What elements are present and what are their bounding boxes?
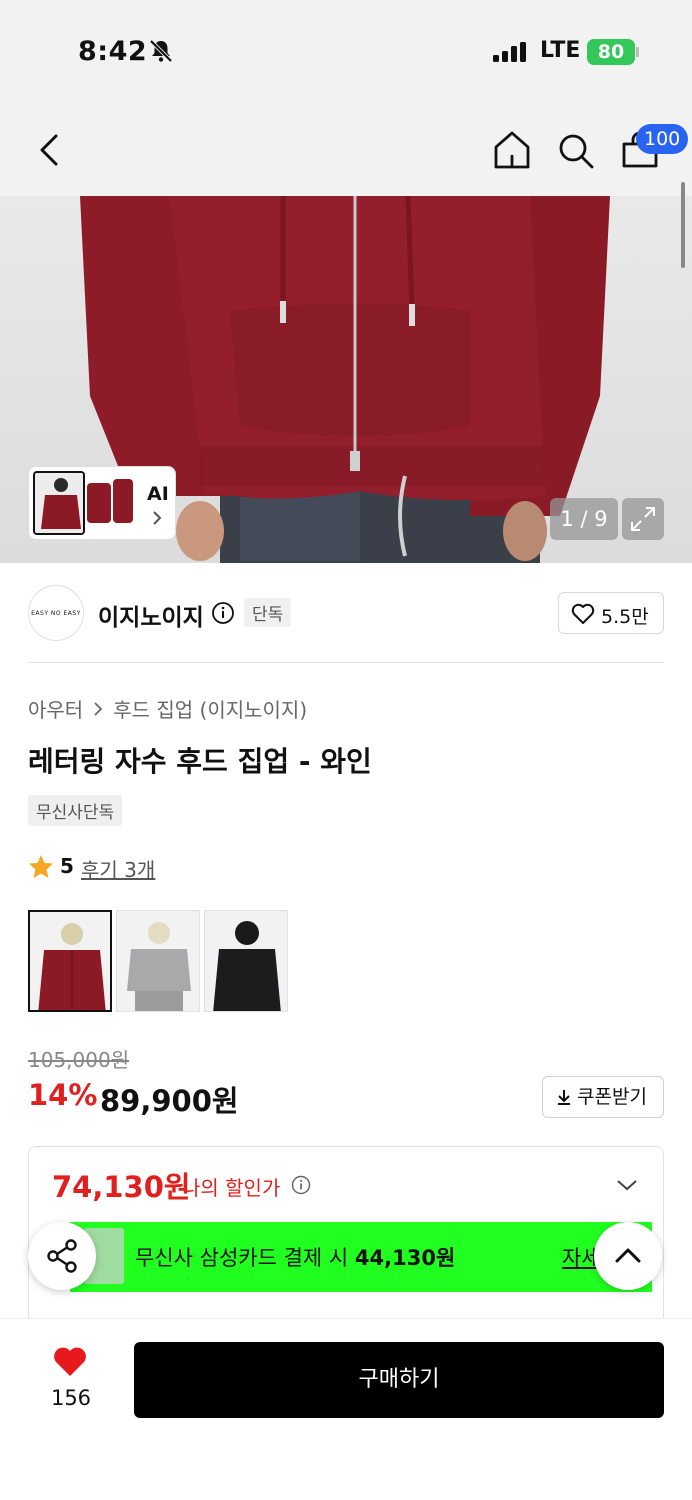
share-button[interactable] [28, 1222, 96, 1290]
chevron-right-icon [153, 511, 162, 525]
discount-rate: 14% [28, 1078, 98, 1112]
promo-text-prefix: 무신사 삼성카드 결제 시 [135, 1246, 355, 1270]
expand-button[interactable] [622, 498, 664, 540]
scroll-top-button[interactable] [594, 1222, 662, 1290]
color-swatch-gray[interactable] [116, 910, 200, 1012]
status-bar: 8:42 LTE 80 [0, 0, 692, 100]
breadcrumb: 아우터 후드 집업 (이지노이지) [28, 694, 307, 723]
battery-level: 80 [597, 41, 625, 63]
promo-amount: 44,130원 [354, 1246, 456, 1270]
exclusive-tag: 단독 [244, 598, 292, 627]
ai-thumbnail-secondary [87, 475, 149, 533]
product-title: 레터링 자수 후드 집업 - 와인 [28, 745, 372, 778]
cart-count-badge: 100 [636, 124, 689, 154]
top-nav [0, 100, 692, 196]
review-link[interactable]: 후기 3개 [81, 854, 155, 883]
download-icon [558, 1090, 570, 1105]
heart-outline-icon [571, 603, 595, 624]
promo-text: 무신사 삼성카드 결제 시 44,130원 [135, 1242, 455, 1272]
brand-name[interactable]: 이지노이지 [98, 598, 204, 632]
chevron-up-icon [615, 1248, 641, 1263]
brand-logo[interactable]: EASY NO EASY [28, 585, 84, 641]
musinsa-exclusive-badge: 무신사단독 [28, 795, 123, 826]
promo-detail-link[interactable]: 자세히 [562, 1242, 598, 1272]
battery-tip [636, 47, 639, 57]
back-icon[interactable] [34, 130, 66, 170]
original-price: 105,000원 [28, 1048, 130, 1072]
coupon-label: 쿠폰받기 [577, 1086, 647, 1108]
color-swatch-wine[interactable] [28, 910, 112, 1012]
expand-icon [631, 507, 655, 531]
color-swatch-black[interactable] [204, 910, 288, 1012]
share-icon [47, 1239, 77, 1273]
network-type: LTE [540, 38, 581, 63]
divider [28, 662, 664, 663]
status-time: 8:42 [78, 36, 148, 67]
star-icon [29, 855, 53, 878]
search-icon[interactable] [556, 131, 596, 171]
buy-button[interactable]: 구매하기 [134, 1342, 664, 1418]
image-counter: 1 / 9 [550, 498, 618, 540]
my-discount-label: 나의 할인가 [182, 1176, 281, 1200]
ai-thumbnail [33, 471, 85, 535]
rating-score: 5 [60, 854, 74, 878]
battery-icon: 80 [587, 39, 635, 65]
brand-like-button[interactable]: 5.5만 [558, 592, 664, 634]
breadcrumb-category[interactable]: 아우터 [28, 694, 83, 723]
ai-label: AI [147, 483, 169, 505]
my-discount-price: 74,130원 [52, 1170, 191, 1204]
breadcrumb-subcategory[interactable]: 후드 집업 (이지노이지) [113, 694, 307, 723]
info-icon[interactable] [291, 1175, 311, 1195]
sale-price: 89,900원 [100, 1084, 239, 1118]
chevron-down-icon[interactable] [616, 1178, 638, 1192]
coupon-button[interactable]: 쿠폰받기 [542, 1076, 664, 1118]
chevron-right-icon [94, 701, 103, 716]
wishlist-count: 156 [50, 1386, 92, 1410]
brand-logo-text: EASY NO EASY [31, 610, 81, 617]
signal-icon [493, 42, 526, 62]
scroll-indicator[interactable] [681, 182, 685, 268]
home-icon[interactable] [492, 129, 532, 171]
brand-like-count: 5.5만 [601, 606, 649, 628]
bell-muted-icon [149, 39, 173, 63]
heart-filled-icon[interactable] [52, 1346, 88, 1378]
ai-styling-card[interactable]: AI [28, 466, 176, 540]
info-icon[interactable] [211, 601, 235, 625]
